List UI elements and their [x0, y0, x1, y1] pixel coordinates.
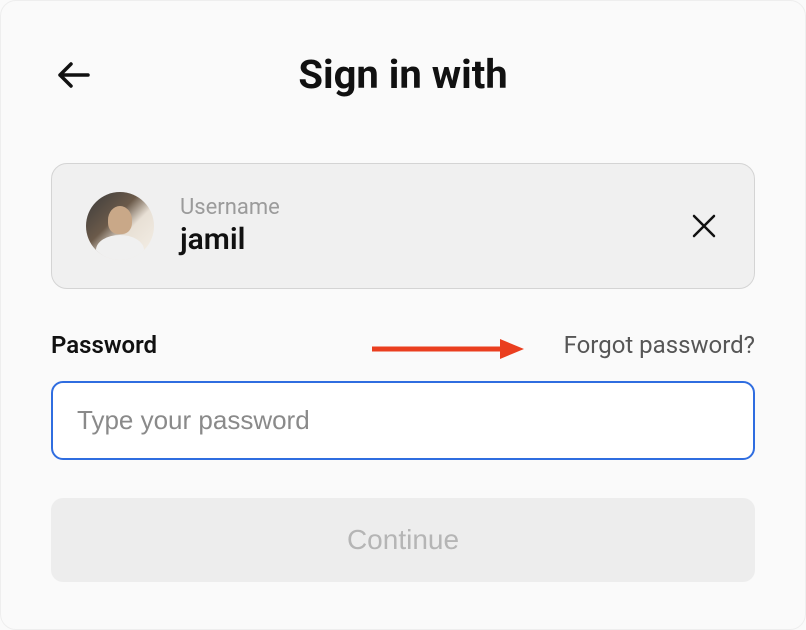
back-button[interactable] — [56, 57, 92, 93]
arrow-left-icon — [58, 62, 90, 88]
password-input[interactable] — [51, 381, 755, 460]
content: Username jamil Password Forgot password?… — [1, 163, 805, 582]
username-label: Username — [180, 195, 662, 220]
continue-button[interactable]: Continue — [51, 498, 755, 582]
username-info: Username jamil — [180, 195, 662, 257]
arrow-right-annotation-icon — [372, 339, 524, 359]
password-header: Password Forgot password? — [51, 331, 755, 359]
password-label: Password — [51, 331, 157, 359]
close-icon — [691, 213, 717, 239]
header: Sign in with — [1, 1, 805, 98]
username-card: Username jamil — [51, 163, 755, 289]
username-value: jamil — [180, 222, 662, 257]
clear-username-button[interactable] — [688, 210, 720, 242]
page-title: Sign in with — [56, 51, 750, 98]
avatar — [86, 192, 154, 260]
forgot-password-link[interactable]: Forgot password? — [564, 331, 755, 359]
